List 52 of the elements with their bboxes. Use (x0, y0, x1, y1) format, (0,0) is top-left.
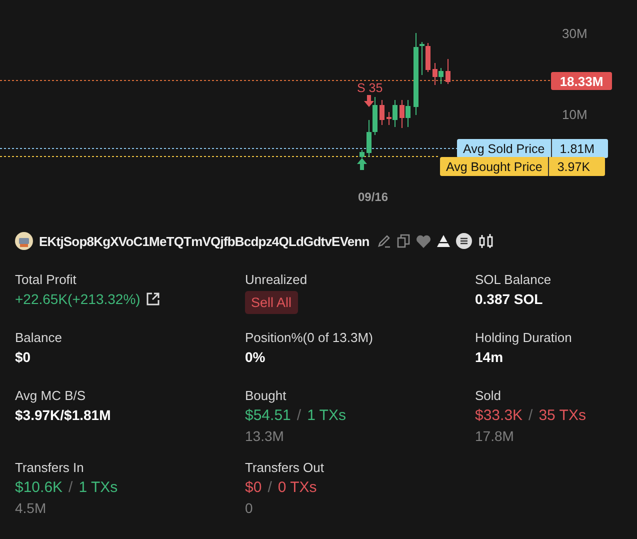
amount-value: $54.51 (245, 407, 291, 424)
sell-arrow-icon (364, 95, 374, 107)
buy-arrow-icon (357, 158, 367, 170)
stat-label: Sold (475, 388, 502, 403)
sell-marker-label: S 35 (357, 81, 383, 95)
stat-label: Avg MC B/S (15, 388, 87, 403)
separator: / (68, 479, 73, 496)
tx-count: 0 TXs (278, 479, 317, 496)
stat-value: 0.387 SOL (475, 291, 544, 307)
copy-icon[interactable] (397, 234, 410, 248)
stat-value: 14m (475, 349, 504, 365)
axis-label: 10M (562, 107, 588, 122)
tx-count: 1 TXs (307, 407, 346, 424)
stat-value: 0% (245, 349, 266, 365)
token-amount: 4.5M (15, 500, 48, 516)
token-amount: 0 (245, 500, 254, 516)
tx-count: 35 TXs (538, 407, 586, 424)
avatar-icon (15, 232, 33, 250)
stat-label: Holding Duration (475, 330, 573, 345)
profit-value: +22.65K(+213.32%) (15, 291, 140, 307)
stat-label: SOL Balance (475, 272, 552, 287)
list-circle-icon[interactable] (456, 233, 472, 249)
separator: / (296, 407, 302, 424)
stat-value: $0 (15, 349, 32, 365)
triangle-icon[interactable] (437, 235, 450, 247)
date-label: 09/16 (358, 190, 388, 204)
token-amount: 17.8M (475, 428, 515, 444)
separator: / (268, 479, 272, 496)
candlestick-icon[interactable] (478, 233, 494, 249)
heart-icon[interactable] (416, 234, 432, 248)
sell-all-button[interactable]: Sell All (245, 291, 298, 314)
stat-label: Balance (15, 330, 63, 345)
pencil-icon[interactable] (377, 234, 392, 248)
stat-value: $3.97K/$1.81M (15, 407, 112, 423)
stat-label: Transfers In (15, 460, 85, 475)
separator: / (528, 407, 533, 424)
stat-label: Total Profit (15, 272, 78, 287)
avg-price-tag: Avg Sold Price 1.81M (457, 139, 608, 158)
wallet-address: EKtjSop8KgXVoC1MeTQTmVQjfbBcdpz4QLdGdtvEVenn (39, 234, 370, 248)
tx-count: 1 TXs (78, 479, 118, 496)
amount-value: $10.6K (15, 479, 63, 496)
stat-label: Position%(0 of 13.3M) (245, 330, 374, 345)
axis-label: 30M (562, 26, 588, 41)
token-amount: 13.3M (245, 428, 285, 444)
price-tag: 18.33M (551, 72, 612, 90)
stat-label: Unrealized (245, 272, 308, 287)
amount-value: $0 (245, 479, 262, 496)
avg-price-tag: Avg Bought Price 3.97K (440, 157, 606, 176)
stat-label: Transfers Out (245, 460, 325, 475)
stat-label: Bought (245, 388, 288, 403)
external-link-icon[interactable] (146, 292, 160, 306)
amount-value: $33.3K (475, 407, 523, 424)
